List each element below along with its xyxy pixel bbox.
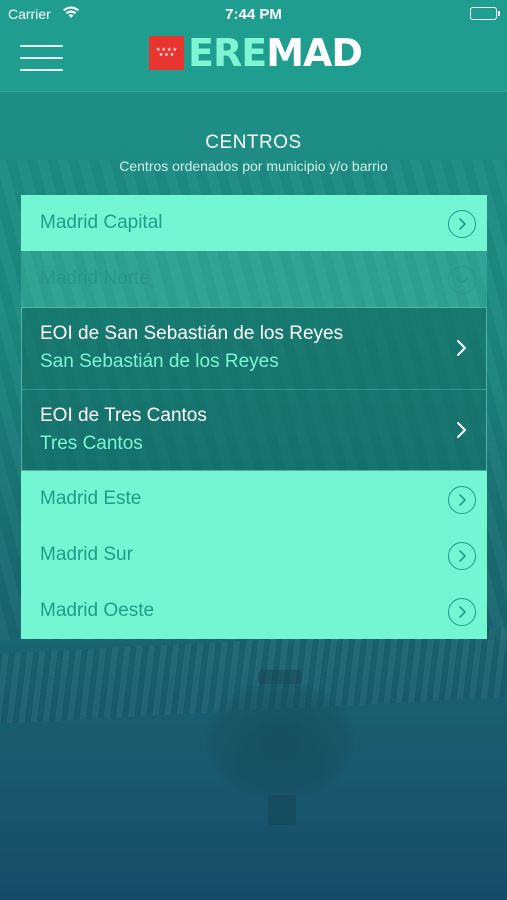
- chevron-down-circle-icon: [448, 266, 476, 294]
- logo-mad-text: MAD: [266, 31, 363, 75]
- region-label: Madrid Este: [40, 488, 142, 509]
- region-row-madrid-oeste[interactable]: Madrid Oeste: [21, 583, 487, 639]
- chevron-right-circle-icon: [448, 486, 476, 514]
- madrid-flag-icon: ★★★★ ★★★: [149, 36, 184, 70]
- region-row-madrid-norte[interactable]: Madrid Norte: [21, 251, 487, 307]
- chevron-right-circle-icon: [448, 598, 476, 626]
- center-row-tres-cantos[interactable]: EOI de Tres Cantos Tres Cantos: [22, 389, 486, 470]
- madrid-norte-centers: EOI de San Sebastián de los Reyes San Se…: [21, 307, 487, 471]
- region-label: Madrid Capital: [40, 212, 163, 233]
- region-label: Madrid Oeste: [40, 600, 155, 621]
- logo-ere-text: ERE: [188, 31, 267, 75]
- page-subtitle: Centros ordenados por municipio y/o barr…: [119, 158, 388, 174]
- region-label: Madrid Norte: [40, 268, 150, 289]
- clock: 7:44 PM: [225, 6, 282, 23]
- battery-icon: [470, 7, 500, 20]
- navigation-bar: ★★★★ ★★★ EREMAD: [0, 28, 507, 92]
- center-place: Tres Cantos: [40, 433, 143, 454]
- region-label: Madrid Sur: [40, 544, 133, 565]
- centers-list: Madrid Capital Madrid Norte EOI de San S…: [21, 195, 487, 639]
- region-row-madrid-sur[interactable]: Madrid Sur: [21, 527, 487, 583]
- center-row-san-sebastian[interactable]: EOI de San Sebastián de los Reyes San Se…: [22, 308, 486, 389]
- eremad-logo: ★★★★ ★★★ EREMAD: [149, 31, 363, 75]
- menu-button[interactable]: [20, 45, 64, 73]
- chevron-right-icon: [456, 339, 468, 357]
- region-row-madrid-este[interactable]: Madrid Este: [21, 471, 487, 527]
- chevron-right-circle-icon: [448, 542, 476, 570]
- chevron-right-circle-icon: [448, 210, 476, 238]
- center-place: San Sebastián de los Reyes: [40, 351, 279, 372]
- region-row-madrid-capital[interactable]: Madrid Capital: [21, 195, 487, 251]
- hamburger-icon: [20, 45, 63, 47]
- page-title: CENTROS: [205, 132, 302, 153]
- chevron-right-icon: [456, 421, 468, 439]
- status-bar: Carrier 7:44 PM: [0, 0, 507, 28]
- center-name: EOI de Tres Cantos: [40, 405, 207, 426]
- center-name: EOI de San Sebastián de los Reyes: [40, 323, 344, 344]
